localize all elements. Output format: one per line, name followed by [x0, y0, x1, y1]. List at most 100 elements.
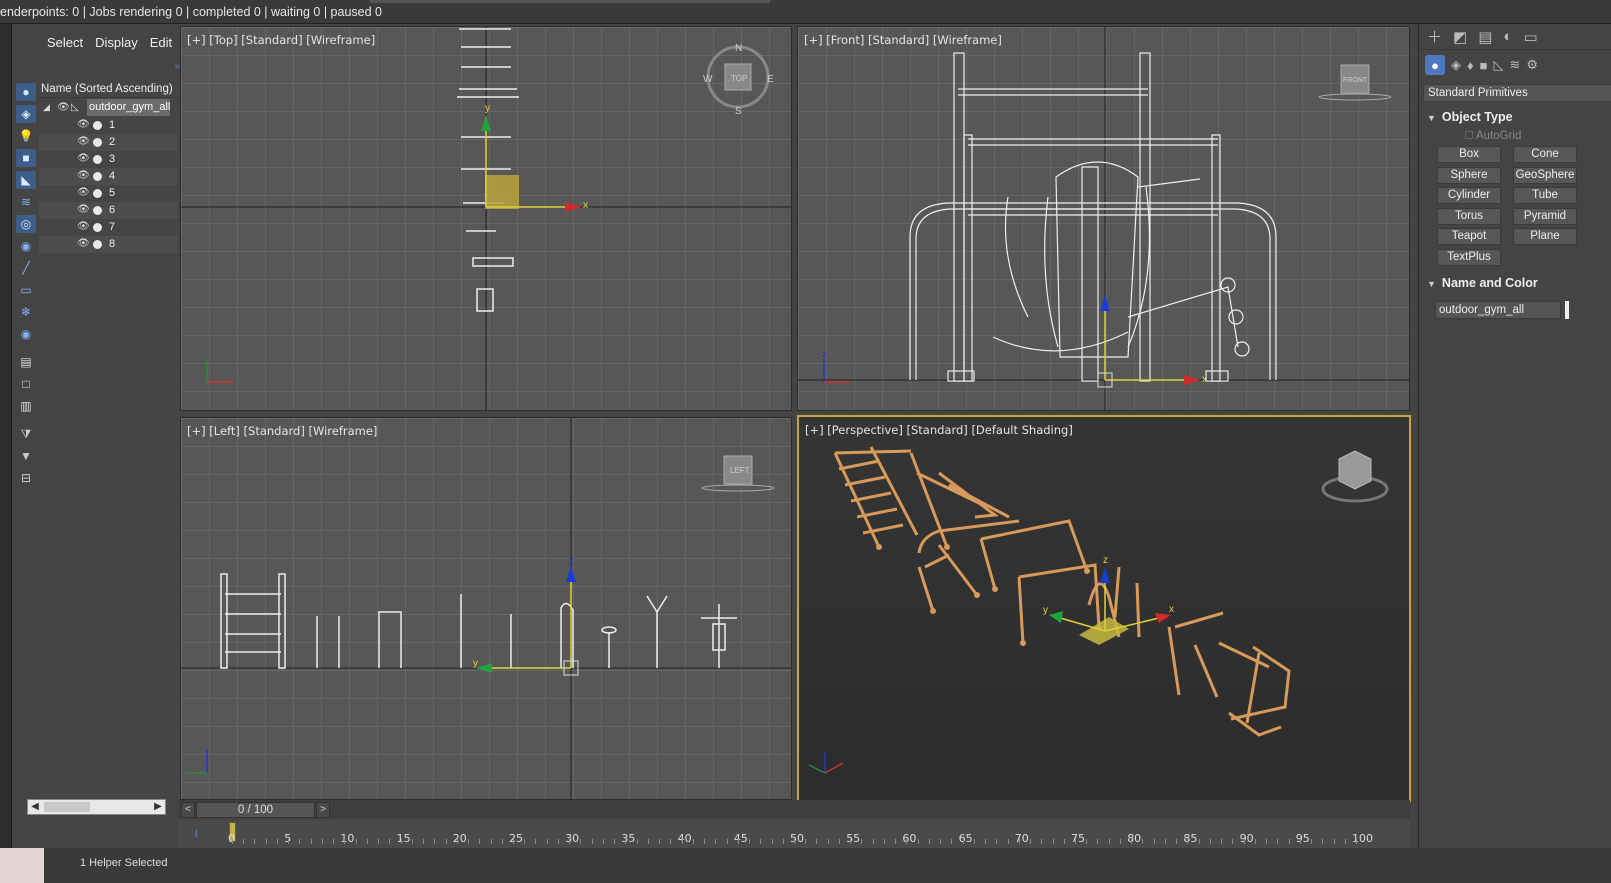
box-button[interactable]: Box [1437, 146, 1501, 163]
status-strip [370, 0, 770, 3]
list-item[interactable]: 👁 8 [39, 236, 178, 253]
tube-button[interactable]: Tube [1513, 187, 1577, 204]
cameras-filter-icon[interactable]: ■ [16, 149, 36, 167]
tree-root-row[interactable]: ◢ 👁 ◺ outdoor_gym_all [39, 99, 178, 116]
name-color-rollout[interactable]: ▼ Name and Color [1427, 276, 1538, 290]
timeline-tick [782, 839, 784, 844]
object-type-rollout[interactable]: ▼ Object Type [1427, 110, 1513, 124]
display-all-icon[interactable]: ▤ [16, 353, 36, 371]
teapot-button[interactable]: Teapot [1437, 228, 1501, 245]
viewport-front[interactable]: [+] [Front] [Standard] [Wireframe] x FRO… [797, 26, 1410, 411]
sphere-button[interactable]: Sphere [1437, 167, 1501, 184]
hidden-filter-icon[interactable]: ◉ [16, 325, 36, 343]
timeline-tick [411, 839, 413, 844]
curve-editor-icon[interactable]: ≀ [194, 826, 199, 840]
timeline-tick [1164, 839, 1166, 844]
list-item[interactable]: 👁 6 [39, 202, 178, 219]
viewport-top[interactable]: [+] [Top] [Standard] [Wireframe] y x TOP… [180, 26, 792, 411]
helpers-category-icon[interactable]: ◺ [1494, 57, 1504, 73]
object-dot-icon [93, 189, 102, 198]
create-tab-icon[interactable]: ＋ [1427, 26, 1442, 47]
hierarchy-tab-icon[interactable]: ▤ [1478, 28, 1492, 46]
plane-button[interactable]: Plane [1513, 228, 1577, 245]
object-color-swatch[interactable] [1565, 301, 1569, 319]
object-name-field[interactable]: outdoor_gym_all [1435, 301, 1561, 319]
visibility-eye-icon[interactable]: 👁 [77, 221, 90, 233]
track-bar[interactable]: ≀ 05101520253035404550556065707580859095… [178, 820, 1410, 848]
viewport-perspective[interactable]: [+] [Perspective] [Standard] [Default Sh… [797, 415, 1411, 802]
timeline-tick [445, 839, 447, 844]
tree-column-header[interactable]: Name (Sorted Ascending) [39, 80, 178, 98]
timeline-tick [434, 839, 436, 844]
menu-edit[interactable]: Edit [144, 32, 178, 54]
timeline-tick [355, 839, 357, 844]
visibility-eye-icon[interactable]: 👁 [77, 187, 90, 199]
spacewarps-category-icon[interactable]: ≋ [1510, 57, 1521, 73]
cylinder-button[interactable]: Cylinder [1437, 187, 1501, 204]
timeline-tick [681, 839, 683, 844]
list-item[interactable]: 👁 2 [39, 134, 178, 151]
scroll-right-icon[interactable]: ▶ [151, 800, 165, 814]
timeline-tick [265, 839, 267, 844]
textplus-button[interactable]: TextPlus [1437, 249, 1501, 266]
visibility-eye-icon[interactable]: 👁 [77, 136, 90, 148]
visibility-eye-icon[interactable]: 👁 [77, 204, 90, 216]
frozen-filter-icon[interactable]: ❄ [16, 303, 36, 321]
object-dot-icon [93, 172, 102, 181]
geometry-filter-icon[interactable]: ● [16, 83, 36, 101]
next-frame-icon[interactable]: > [316, 802, 330, 818]
list-item[interactable]: 👁 3 [39, 151, 178, 168]
container-filter-icon[interactable]: ▭ [16, 281, 36, 299]
filter-clear-icon[interactable]: ⧩ [16, 425, 36, 443]
helpers-filter-icon[interactable]: ◣ [16, 171, 36, 189]
display-none-icon[interactable]: □ [16, 375, 36, 393]
torus-button[interactable]: Torus [1437, 208, 1501, 225]
visibility-eye-icon[interactable]: 👁 [77, 119, 90, 131]
lights-filter-icon[interactable]: 💡 [16, 127, 36, 145]
scroll-left-icon[interactable]: ◀ [28, 800, 42, 814]
invert-display-icon[interactable]: ▥ [16, 397, 36, 415]
primitive-type-dropdown[interactable]: Standard Primitives [1423, 84, 1611, 102]
time-slider[interactable]: 0 / 100 [196, 802, 315, 818]
list-item[interactable]: 👁 5 [39, 185, 178, 202]
shapes-filter-icon[interactable]: ◈ [16, 105, 36, 123]
root-object-label[interactable]: outdoor_gym_all [87, 99, 170, 116]
visibility-eye-icon[interactable]: 👁 [57, 99, 70, 116]
pyramid-button[interactable]: Pyramid [1513, 208, 1577, 225]
lights-category-icon[interactable]: ♦ [1467, 58, 1474, 73]
display-tab-icon[interactable]: ▭ [1523, 28, 1537, 46]
layer-toggle-icon[interactable]: ⊟ [16, 469, 36, 487]
timeline-tick [276, 839, 278, 844]
geometry-category-icon[interactable]: ● [1425, 55, 1445, 75]
list-item[interactable]: 👁 1 [39, 117, 178, 134]
tree-horizontal-scrollbar[interactable]: ◀ ▶ [27, 799, 166, 815]
geosphere-button[interactable]: GeoSphere [1513, 167, 1577, 184]
visibility-eye-icon[interactable]: 👁 [77, 170, 90, 182]
viewport-left[interactable]: [+] [Left] [Standard] [Wireframe] y z LE… [180, 417, 792, 800]
cone-button[interactable]: Cone [1513, 146, 1577, 163]
shapes-category-icon[interactable]: ◈ [1451, 57, 1461, 73]
timeline-tick [254, 839, 256, 844]
xrefs-filter-icon[interactable]: ◉ [16, 237, 36, 255]
maxscript-listener[interactable] [0, 848, 44, 883]
autogrid-checkbox[interactable]: AutoGrid [1465, 130, 1521, 142]
systems-category-icon[interactable]: ⚙ [1526, 57, 1538, 73]
spacewarps-filter-icon[interactable]: ≋ [16, 193, 36, 211]
list-item[interactable]: 👁 7 [39, 219, 178, 236]
visibility-eye-icon[interactable]: 👁 [77, 153, 90, 165]
timeline-tick [625, 839, 627, 844]
filter-icon[interactable]: ▼ [16, 447, 36, 465]
menu-display[interactable]: Display [89, 32, 144, 54]
menu-select[interactable]: Select [41, 32, 89, 54]
motion-tab-icon[interactable]: ◐ [1503, 28, 1512, 45]
prev-frame-icon[interactable]: < [181, 802, 195, 818]
bone-filter-icon[interactable]: ╱ [16, 259, 36, 277]
modify-tab-icon[interactable]: ◩ [1453, 28, 1467, 46]
timeline-tick [389, 839, 391, 844]
scroll-thumb[interactable] [44, 802, 90, 812]
cameras-category-icon[interactable]: ■ [1480, 58, 1488, 73]
visibility-eye-icon[interactable]: 👁 [77, 238, 90, 250]
groups-filter-icon[interactable]: ◎ [16, 215, 36, 233]
list-item[interactable]: 👁 4 [39, 168, 178, 185]
collapse-triangle-icon[interactable]: ◢ [43, 99, 50, 116]
